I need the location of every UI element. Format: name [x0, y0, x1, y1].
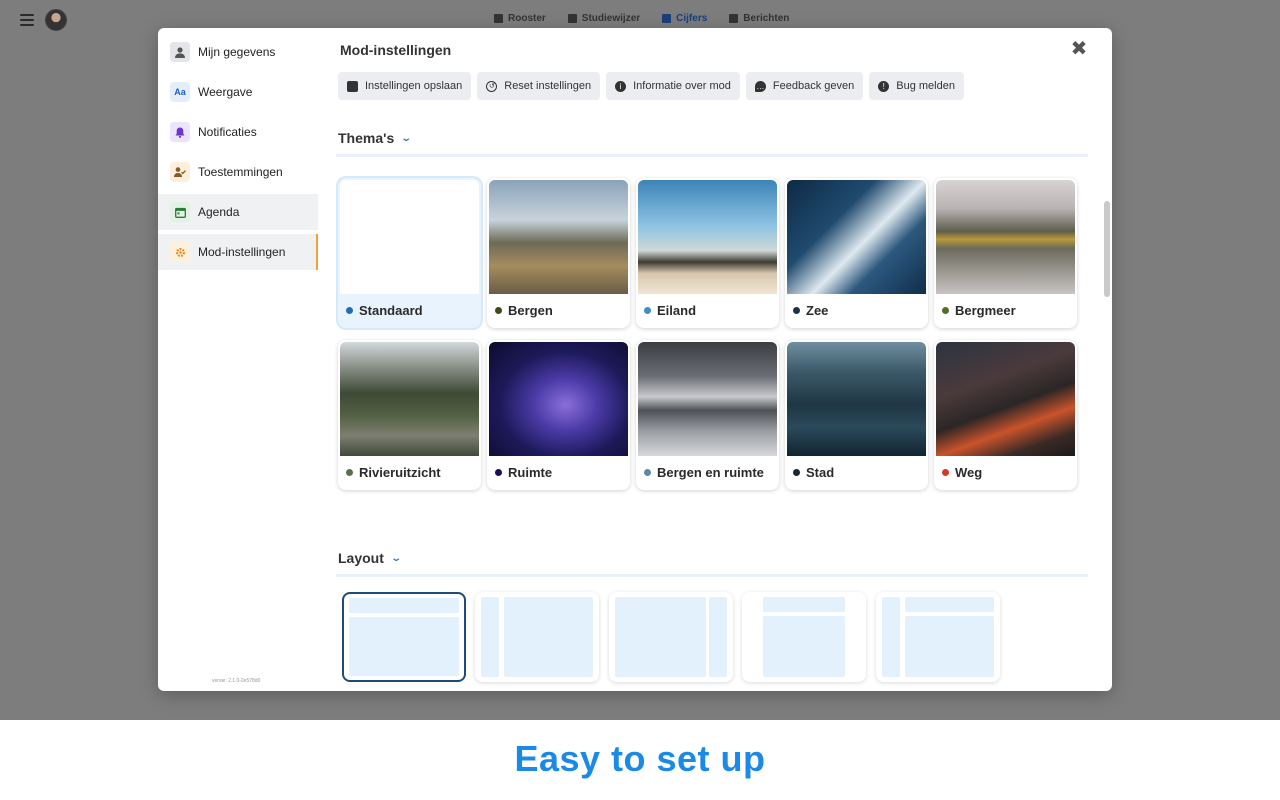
theme-color-dot: [793, 307, 800, 314]
themes-section-header[interactable]: Thema's ⌄: [338, 126, 1088, 150]
save-settings-button[interactable]: Instellingen opslaan: [338, 72, 472, 100]
theme-color-dot: [942, 469, 949, 476]
gear-icon: [170, 242, 190, 262]
theme-preview: [638, 342, 777, 456]
reset-settings-button[interactable]: ↺ Reset instellingen: [477, 72, 601, 100]
theme-card-bergmeer[interactable]: Bergmeer: [934, 178, 1077, 328]
nav-rooster[interactable]: Rooster: [494, 13, 546, 24]
hamburger-menu-icon[interactable]: [20, 14, 34, 26]
theme-preview: [936, 180, 1075, 294]
theme-card-stad[interactable]: Stad: [785, 340, 928, 490]
nav-cijfers[interactable]: Cijfers: [662, 13, 707, 24]
theme-color-dot: [942, 307, 949, 314]
section-title: Thema's: [338, 130, 395, 146]
nav-studiewijzer[interactable]: Studiewijzer: [567, 13, 640, 24]
modal-title: Mod-instellingen: [340, 42, 452, 58]
theme-preview: [638, 180, 777, 294]
calendar-grid-icon: [494, 14, 503, 23]
theme-card-ruimte[interactable]: Ruimte: [487, 340, 630, 490]
theme-card-weg[interactable]: Weg: [934, 340, 1077, 490]
theme-preview: [340, 180, 479, 294]
theme-preview: [489, 180, 628, 294]
theme-preview: [489, 342, 628, 456]
bell-icon: [170, 122, 190, 142]
sidebar-item-mijn-gegevens[interactable]: Mijn gegevens: [158, 34, 318, 70]
scrollbar[interactable]: [1104, 68, 1110, 691]
theme-preview: [787, 342, 926, 456]
section-title: Layout: [338, 550, 384, 566]
book-icon: [567, 14, 577, 23]
theme-preview: [340, 342, 479, 456]
version-label: versie: 2.1.0-2e578d0: [212, 678, 261, 684]
layout-option-right-sidebar[interactable]: [609, 592, 733, 682]
theme-color-dot: [495, 469, 502, 476]
sidebar-item-label: Mod-instellingen: [198, 245, 286, 259]
sidebar-item-label: Notificaties: [198, 125, 257, 139]
theme-color-dot: [644, 307, 651, 314]
nav-berichten[interactable]: Berichten: [729, 13, 789, 24]
grades-icon: [662, 14, 672, 23]
settings-modal: Mijn gegevens Aa Weergave Notificaties T…: [158, 28, 1112, 691]
toolbar: Instellingen opslaan ↺ Reset instellinge…: [338, 72, 964, 100]
sidebar-item-label: Toestemmingen: [198, 165, 283, 179]
user-icon: [170, 42, 190, 62]
theme-color-dot: [346, 307, 353, 314]
sidebar-item-toestemmingen[interactable]: Toestemmingen: [158, 154, 318, 190]
text-size-icon: Aa: [170, 82, 190, 102]
top-nav: Rooster Studiewijzer Cijfers Berichten: [494, 13, 789, 24]
chevron-down-icon: ⌄: [400, 132, 413, 144]
layout-option-left-sidebar[interactable]: [475, 592, 599, 682]
theme-color-dot: [346, 469, 353, 476]
modal-main: Mod-instellingen ✖ Instellingen opslaan …: [318, 28, 1112, 691]
sidebar-item-label: Mijn gegevens: [198, 45, 276, 59]
feedback-button[interactable]: … Feedback geven: [745, 72, 864, 100]
report-bug-button[interactable]: ! Bug melden: [869, 72, 964, 100]
theme-color-dot: [644, 469, 651, 476]
close-icon[interactable]: ✖: [1070, 39, 1088, 59]
modal-sidebar: Mijn gegevens Aa Weergave Notificaties T…: [158, 28, 318, 691]
avatar[interactable]: [45, 9, 67, 31]
save-icon: [347, 80, 358, 92]
comment-icon: …: [754, 80, 766, 92]
theme-preview: [936, 342, 1075, 456]
tagline: Easy to set up: [514, 738, 766, 779]
theme-card-zee[interactable]: Zee: [785, 178, 928, 328]
layout-section-header[interactable]: Layout ⌄: [338, 546, 1088, 570]
undo-icon: ↺: [486, 80, 498, 92]
sidebar-item-label: Weergave: [198, 85, 253, 99]
user-check-icon: [170, 162, 190, 182]
sidebar-item-agenda[interactable]: Agenda: [158, 194, 318, 230]
sidebar-item-weergave[interactable]: Aa Weergave: [158, 74, 318, 110]
theme-card-standaard[interactable]: Standaard: [338, 178, 481, 328]
chevron-down-icon: ⌄: [390, 552, 402, 564]
info-icon: i: [615, 80, 627, 92]
theme-preview: [787, 180, 926, 294]
calendar-icon: [170, 202, 190, 222]
sidebar-item-label: Agenda: [198, 205, 240, 219]
section-divider: [336, 574, 1088, 577]
theme-card-bergen[interactable]: Bergen: [487, 178, 630, 328]
theme-color-dot: [793, 469, 800, 476]
layout-option-sidebar-top[interactable]: [876, 592, 1000, 682]
section-divider: [336, 154, 1088, 157]
theme-card-eiland[interactable]: Eiland: [636, 178, 779, 328]
theme-card-rivieruitzicht[interactable]: Rivieruitzicht: [338, 340, 481, 490]
scrollbar-thumb[interactable]: [1104, 201, 1110, 297]
sidebar-item-notificaties[interactable]: Notificaties: [158, 114, 318, 150]
sidebar-item-mod-instellingen[interactable]: Mod-instellingen: [158, 234, 318, 270]
layout-option-top-bar[interactable]: [342, 592, 466, 682]
theme-color-dot: [495, 307, 502, 314]
envelope-icon: [729, 14, 739, 23]
theme-card-bergen-en-ruimte[interactable]: Bergen en ruimte: [636, 340, 779, 490]
alert-icon: !: [878, 80, 890, 92]
layout-option-centered[interactable]: [742, 592, 866, 682]
mod-info-button[interactable]: i Informatie over mod: [606, 72, 740, 100]
